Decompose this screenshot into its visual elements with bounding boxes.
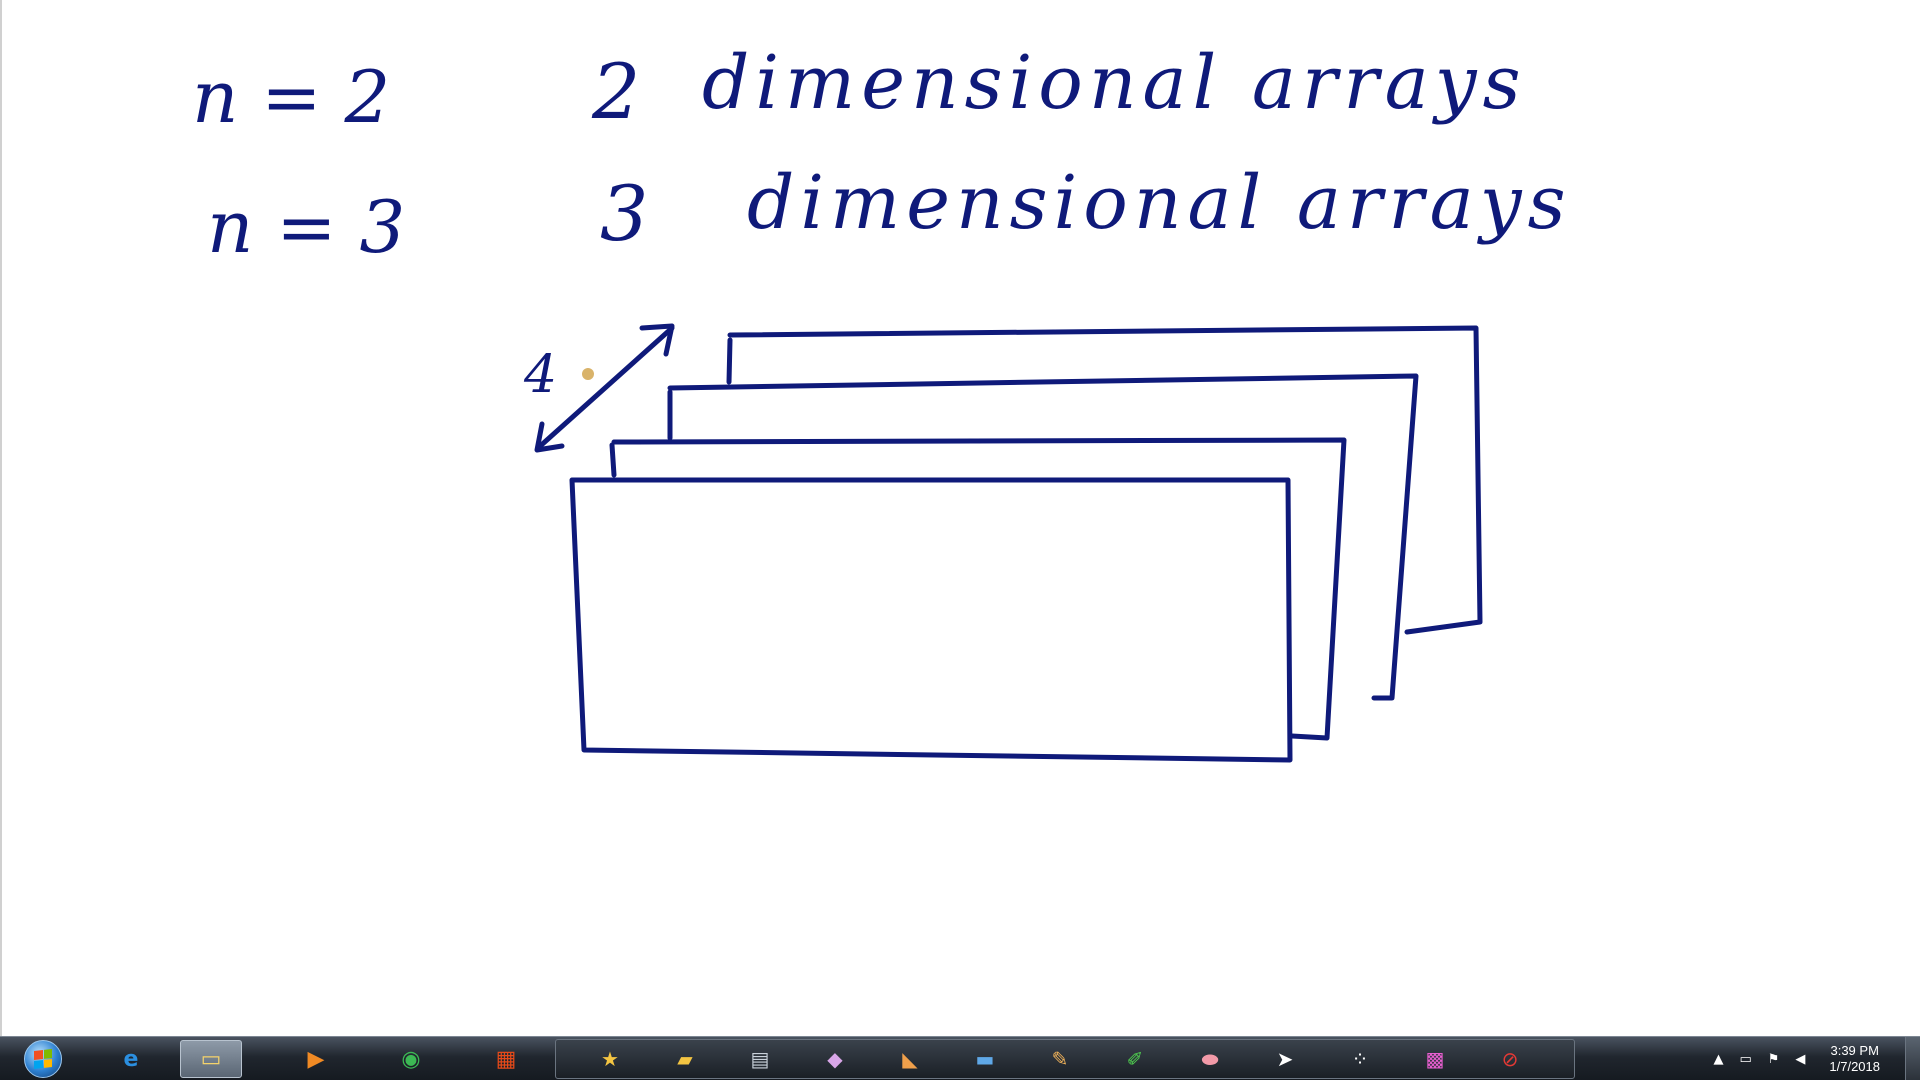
volume-icon[interactable]: ◀	[1795, 1052, 1805, 1067]
screen-icon: ▬	[975, 1047, 995, 1071]
line1-left: n = 2	[192, 55, 390, 139]
media-player-icon: ▶	[307, 1046, 325, 1072]
pencil-tool[interactable]: ✎	[1036, 1044, 1084, 1074]
color-palette-tool[interactable]: ▩	[1411, 1044, 1459, 1074]
highlighter-tool[interactable]: ✐	[1111, 1044, 1159, 1074]
screen-tool[interactable]: ▬	[961, 1044, 1009, 1074]
pencil-icon: ✎	[1051, 1047, 1069, 1071]
star-icon: ★	[601, 1047, 619, 1071]
save-tool[interactable]: ▤	[736, 1044, 784, 1074]
folder-tool[interactable]: ▰	[661, 1044, 709, 1074]
tray-icons: ▲ ▭ ⚑ ◀	[1713, 1052, 1805, 1067]
show-hidden-icon[interactable]: ▲	[1713, 1052, 1723, 1067]
book-icon: ◣	[902, 1047, 918, 1071]
clear-icon: ⊘	[1501, 1047, 1519, 1071]
depth-label: 4	[523, 345, 557, 405]
start-button[interactable]	[8, 1038, 78, 1080]
show-desktop-button[interactable]	[1905, 1037, 1920, 1080]
windows-apps-icon: ▦	[495, 1046, 517, 1072]
array-sheet-1	[569, 477, 1293, 763]
line1-number: 2	[591, 47, 640, 136]
screen: n = 2 2 dimensional arrays n = 3 3 dimen…	[0, 0, 1920, 1080]
highlighter-icon: ✐	[1126, 1047, 1144, 1071]
cursor-icon: ➤	[1276, 1047, 1294, 1071]
shapes-tool[interactable]: ⁘	[1336, 1044, 1384, 1074]
line1-text: dimensional arrays	[702, 40, 1527, 126]
pen-toolbar: ★ ▰ ▤ ◆ ◣ ▬ ✎ ✐ ⬬ ➤ ⁘ ▩ ⊘	[555, 1039, 1575, 1079]
chrome-icon: ◉	[401, 1046, 421, 1072]
whiteboard-canvas[interactable]: n = 2 2 dimensional arrays n = 3 3 dimen…	[0, 0, 1920, 1036]
system-tray: ▲ ▭ ⚑ ◀ 3:39 PM 1/7/2018	[1713, 1037, 1880, 1080]
windows-apps-button[interactable]: ▦	[475, 1040, 537, 1078]
shapes-icon: ⁘	[1351, 1047, 1369, 1071]
network-icon[interactable]: ▭	[1739, 1052, 1751, 1067]
clock-date: 1/7/2018	[1829, 1059, 1880, 1074]
star-tool[interactable]: ★	[586, 1044, 634, 1074]
cursor-tool[interactable]: ➤	[1261, 1044, 1309, 1074]
book-tool[interactable]: ◣	[886, 1044, 934, 1074]
media-player-button[interactable]: ▶	[285, 1040, 347, 1078]
line2-number: 3	[600, 169, 648, 258]
color-palette-icon: ▩	[1425, 1047, 1445, 1071]
internet-explorer-icon: e	[123, 1046, 139, 1072]
eraser-pink-icon: ⬬	[1201, 1047, 1219, 1071]
internet-explorer-button[interactable]: e	[100, 1040, 162, 1078]
clock-time: 3:39 PM	[1830, 1043, 1879, 1058]
line2-left: n = 3	[207, 185, 405, 269]
chrome-button[interactable]: ◉	[380, 1040, 442, 1078]
file-explorer-button[interactable]: ▭	[180, 1040, 242, 1078]
action-center-flag-icon[interactable]: ⚑	[1768, 1052, 1780, 1067]
eraser-icon: ◆	[827, 1047, 843, 1071]
file-explorer-icon: ▭	[200, 1046, 222, 1072]
pen-cursor-icon	[582, 368, 594, 380]
depth-arrow	[534, 323, 675, 453]
taskbar: e ▭ ▶ ◉ ▦ ★ ▰ ▤ ◆ ◣ ▬ ✎ ✐ ⬬ ➤ ⁘ ▩ ⊘ ▲ ▭ ⚑ ◀ 3:39 PM 1/7/201…	[0, 1036, 1920, 1080]
eraser-pink-tool[interactable]: ⬬	[1186, 1044, 1234, 1074]
eraser-tool[interactable]: ◆	[811, 1044, 859, 1074]
whiteboard-drawing: n = 2 2 dimensional arrays n = 3 3 dimen…	[192, 40, 1572, 763]
clock[interactable]: 3:39 PM 1/7/2018	[1829, 1043, 1880, 1075]
folder-icon: ▰	[677, 1047, 693, 1071]
line2-text: dimensional arrays	[747, 160, 1572, 246]
windows-orb-icon	[24, 1040, 62, 1078]
clear-tool[interactable]: ⊘	[1486, 1044, 1534, 1074]
save-icon: ▤	[750, 1047, 770, 1071]
